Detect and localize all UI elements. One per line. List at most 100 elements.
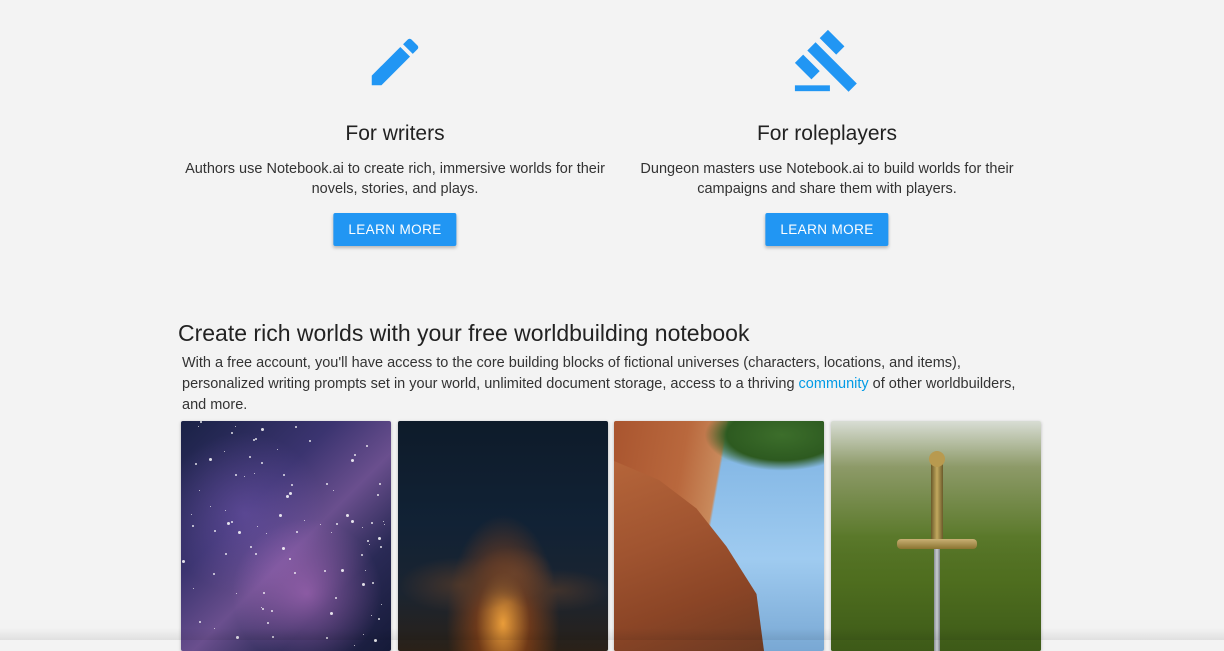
community-link[interactable]: community [799,376,869,392]
star-dot [256,526,258,528]
campfire-image [398,421,608,651]
star-dot [214,530,217,533]
star-dot [361,583,365,587]
star-dot [361,553,364,556]
star-dot [195,462,198,465]
star-dot [378,483,381,486]
star-dot [332,489,334,491]
star-dot [368,543,370,545]
star-dot [198,620,201,623]
star-dot [224,451,226,453]
star-dot [351,458,355,462]
star-dot [281,547,285,551]
star-dot [266,532,268,534]
star-dot [277,449,279,451]
roleplayers-title: For roleplayers [756,122,898,145]
canyon-cliff-image [614,421,824,651]
star-dot [370,522,373,525]
star-dot [230,432,233,435]
star-dot [366,539,369,542]
star-dot [191,525,194,528]
star-dot [270,609,273,612]
star-dot [345,513,349,517]
star-dot [353,644,355,646]
star-dot [236,593,238,595]
promo-section: Create rich worlds with your free worldb… [178,320,1048,416]
star-dot [190,513,192,515]
star-dot [248,455,251,458]
star-dot [365,569,367,571]
star-dot [341,568,345,572]
star-dot [238,530,242,534]
promo-text: With a free account, you'll have access … [182,353,1042,416]
star-dot [291,483,294,486]
tree-canopy [704,421,824,471]
star-dot [226,522,230,526]
star-dot [289,558,292,561]
star-dot [371,582,374,585]
audience-section: For writers Authors use Notebook.ai to c… [0,0,1224,300]
star-dot [278,514,282,518]
star-dot [336,522,339,525]
promo-heading: Create rich worlds with your free worldb… [178,320,750,346]
bottom-shadow [0,628,1224,640]
star-dot [304,519,306,521]
star-dot [308,440,311,443]
star-dot [293,572,296,575]
star-dot [235,474,238,477]
star-dot [351,520,355,524]
star-dot [376,494,379,497]
star-dot [371,614,372,616]
star-dot [365,444,368,447]
sword-in-grass-image [831,421,1041,651]
writers-card: For writers Authors use Notebook.ai to c… [175,0,615,246]
star-dot [377,617,380,620]
star-dot [209,458,212,462]
cliff-face [614,461,764,651]
sword-hilt [931,461,943,541]
star-dot [254,438,257,441]
star-dot [231,520,233,523]
writers-learn-more-button[interactable]: LEARN MORE [333,213,457,246]
gavel-icon [794,29,857,92]
star-dot [262,607,265,610]
star-dot [362,526,364,528]
star-dot [210,506,211,507]
star-dot [235,426,237,428]
star-dot [324,569,327,572]
roleplayers-card: For roleplayers Dungeon masters use Note… [607,0,1047,246]
star-dot [249,546,252,549]
star-dot [260,428,264,432]
star-dot [285,495,289,499]
star-dot [319,524,321,526]
star-dot [199,489,201,491]
sword-guard [897,539,977,549]
star-dot [330,612,334,616]
star-dot [377,536,381,540]
writers-description: Authors use Notebook.ai to create rich, … [185,161,605,197]
sword-pommel [929,451,945,467]
star-dot [331,531,333,533]
star-dot [384,523,386,525]
star-dot [200,421,203,424]
star-dot [334,597,337,600]
star-dot [294,426,297,429]
star-dot [380,545,383,548]
writers-title: For writers [345,122,445,145]
star-dot [225,509,227,511]
roleplayers-description: Dungeon masters use Notebook.ai to build… [640,161,1014,197]
star-dot [244,475,246,477]
star-dot [383,521,385,523]
star-dot [225,552,228,555]
roleplayers-learn-more-button[interactable]: LEARN MORE [765,213,889,246]
star-dot [289,491,293,495]
star-dot [353,453,356,456]
pencil-icon [371,38,419,86]
star-dot [253,472,255,474]
star-dot [212,573,215,576]
star-dot [283,473,286,476]
star-dot [381,604,383,606]
starry-galaxy-image [181,421,391,651]
star-dot [295,530,298,533]
star-dot [254,552,257,555]
